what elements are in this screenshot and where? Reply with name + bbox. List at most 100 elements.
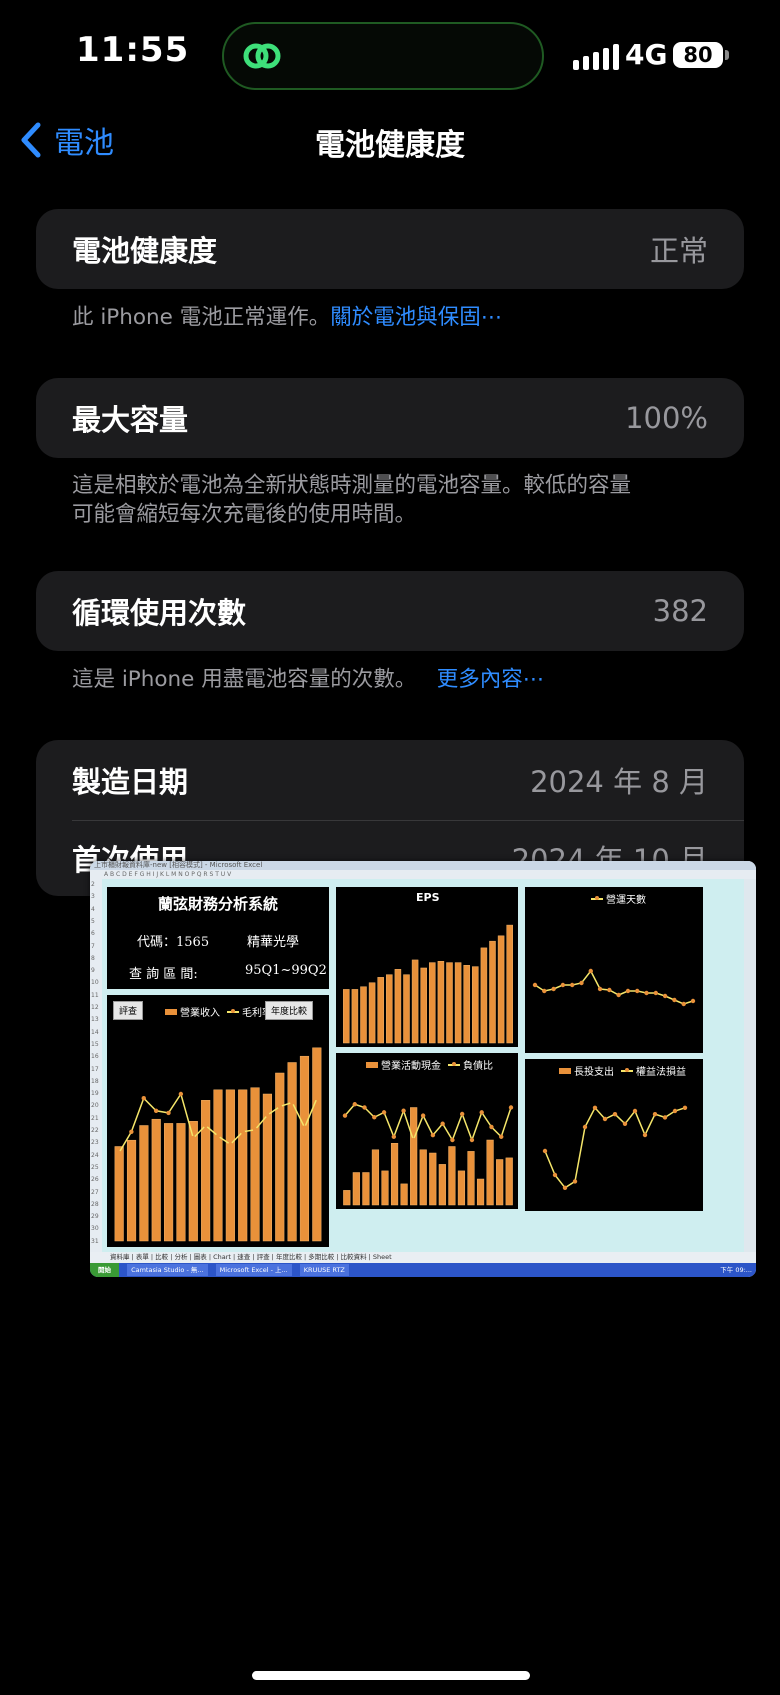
warranty-link[interactable]: 關於電池與保固⋯ [330, 305, 502, 330]
revenue-bar [176, 1123, 186, 1242]
revenue-bar [299, 1055, 310, 1242]
revenue-bar [139, 1125, 149, 1242]
range-value: 95Q1~99Q2 [245, 963, 327, 978]
revenue-bar [114, 1146, 124, 1242]
status-time: 11:55 [76, 30, 190, 70]
info-panel: 蘭弦財務分析系統 代碼：1565 精華光學 查 詢 區 間: 95Q1~99Q2 [107, 887, 329, 989]
equity-point [552, 1172, 558, 1178]
eps-bar [489, 940, 496, 1044]
battery-tip [725, 50, 729, 60]
revenue-bar [238, 1089, 248, 1242]
windows-taskbar: 開始 Camtasia Studio - 無... Microsoft Exce… [90, 1263, 756, 1277]
debt-point [352, 1102, 357, 1107]
margin-point [290, 1100, 295, 1105]
cashflow-bar [429, 1152, 437, 1206]
pip-video-overlay[interactable]: 上市櫃財報資料庫-new [相容模式] - Microsoft Excel A … [90, 861, 756, 1277]
debt-point [430, 1132, 436, 1138]
eps-bar [377, 977, 384, 1044]
debt-line [344, 1103, 512, 1143]
equity-point [562, 1185, 568, 1190]
excel-sheet: 蘭弦財務分析系統 代碼：1565 精華光學 查 詢 區 間: 95Q1~99Q2… [102, 879, 744, 1252]
margin-point [191, 1135, 196, 1141]
cycles-note: 這是 iPhone 用盡電池容量的次數。 更多內容⋯ [72, 665, 712, 694]
equity-point [612, 1112, 618, 1117]
revenue-bar [312, 1047, 322, 1242]
eps-bar [472, 966, 479, 1044]
revenue-chart-plot [114, 1047, 322, 1242]
cashflow-bar [419, 1149, 427, 1206]
cashflow-bar [410, 1107, 418, 1206]
cashflow-bar [476, 1178, 485, 1206]
revenue-bar [225, 1089, 235, 1242]
home-indicator[interactable] [252, 1671, 530, 1680]
equity-point [652, 1112, 658, 1117]
margin-point [178, 1091, 184, 1097]
eps-chart-plot [343, 924, 513, 1044]
capacity-label: 最大容量 [72, 403, 189, 437]
capacity-note: 這是相較於電池為全新狀態時測量的電池容量。較低的容量 可能會縮短每次充電後的使用… [72, 471, 712, 529]
investment-chart-plot [542, 1105, 688, 1190]
debt-point [499, 1134, 504, 1139]
taskbar-kruuse[interactable]: KRUUSE RTZ [299, 1264, 349, 1276]
capacity-card: 最大容量 100% [36, 378, 744, 458]
days-point [579, 980, 584, 986]
company-name: 精華光學 [247, 935, 300, 950]
margin-point [129, 1129, 134, 1134]
debt-point [372, 1115, 377, 1120]
cashflow-bar [505, 1157, 513, 1206]
eps-bar [411, 959, 419, 1044]
cashflow-bar [381, 1170, 389, 1206]
days-point [551, 986, 556, 992]
health-note: 此 iPhone 電池正常運作。關於電池與保固⋯ [72, 303, 712, 332]
days-chart-plot [532, 968, 696, 1007]
days-point [690, 998, 696, 1004]
taskbar-excel[interactable]: Microsoft Excel - 上... [215, 1264, 292, 1276]
margin-point [141, 1096, 146, 1101]
eps-bar [343, 989, 350, 1044]
health-card: 電池健康度 正常 [36, 209, 744, 289]
margin-point [228, 1142, 233, 1147]
margin-point [314, 1096, 320, 1101]
cashflow-bar [438, 1164, 446, 1206]
eps-bar [463, 965, 470, 1044]
revenue-bar [126, 1139, 137, 1242]
debt-point [420, 1113, 426, 1118]
more-info-link[interactable]: 更多內容⋯ [437, 667, 545, 692]
debt-point [469, 1137, 475, 1143]
health-value: 正常 [649, 234, 708, 268]
revenue-bar [275, 1072, 285, 1242]
margin-point [203, 1123, 208, 1128]
days-point [560, 982, 566, 988]
start-button[interactable]: 開始 [90, 1263, 119, 1277]
days-point [681, 1001, 686, 1007]
revenue-bar [151, 1118, 161, 1242]
revenue-bar [287, 1062, 297, 1242]
cashflow-bar [457, 1170, 466, 1206]
taskbar-camtasia[interactable]: Camtasia Studio - 無... [127, 1264, 208, 1276]
cashflow-chart-plot [342, 1102, 514, 1206]
days-line [534, 969, 694, 1005]
debt-point [450, 1137, 455, 1143]
investment-chart: 長投支出 權益法損益 [525, 1059, 703, 1211]
link-icon [243, 43, 281, 69]
eps-bar [480, 947, 488, 1044]
revenue-bar [164, 1123, 174, 1242]
margin-point [116, 1150, 122, 1155]
equity-point [572, 1179, 578, 1184]
equity-point [642, 1132, 648, 1138]
dynamic-island[interactable] [222, 22, 544, 90]
stock-code: 代碼：1565 [137, 935, 210, 950]
margin-point [302, 1125, 307, 1130]
revenue-bar [213, 1089, 223, 1242]
eps-bar [429, 962, 436, 1044]
cashflow-bar [371, 1149, 380, 1206]
eps-bar [497, 935, 505, 1044]
operating-days-chart: 營運天數 [525, 887, 703, 1053]
margin-point [265, 1112, 270, 1118]
eps-chart: EPS [336, 887, 518, 1047]
excel-column-header: A B C D E F G H I J K L M N O P Q R S T … [90, 870, 756, 879]
days-point [542, 988, 547, 994]
debt-point [401, 1108, 406, 1113]
excel-sheet-tabs[interactable]: 資料庫 | 表單 | 比較 | 分析 | 圖表 | Chart | 速查 | 評… [90, 1252, 756, 1263]
cashflow-bar [400, 1183, 408, 1206]
